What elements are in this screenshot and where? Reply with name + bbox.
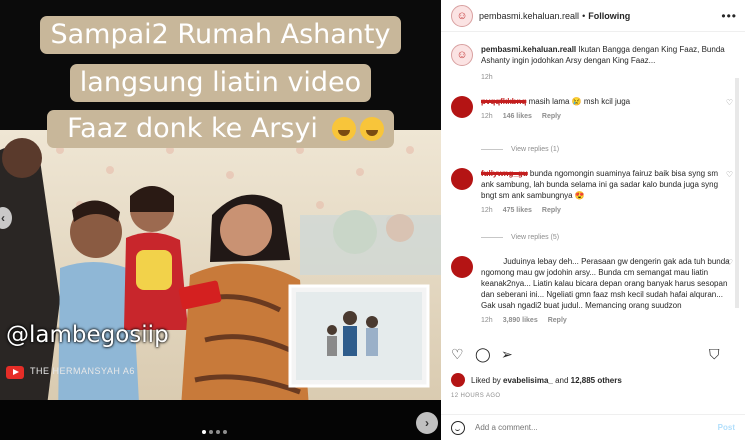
profile-logo-icon: ☺	[456, 49, 468, 61]
comment-item: Juduinya lebay deh... Perasaan gw denger…	[451, 256, 733, 326]
scrollbar[interactable]	[735, 78, 739, 308]
likes-others[interactable]: 12,885 others	[571, 376, 622, 385]
comment-time[interactable]: 12h	[481, 315, 493, 326]
caption-line-2: langsung liatin video	[0, 64, 441, 102]
youtube-logo-icon	[6, 366, 24, 379]
reply-button[interactable]: Reply	[548, 315, 567, 326]
avatar[interactable]	[451, 256, 473, 278]
view-replies-button[interactable]: View replies (5)	[481, 234, 559, 241]
comment-time[interactable]: 12h	[481, 205, 493, 216]
comment-item: pvqqfkkbnq masih lama 😢 msh kcil juga 12…	[451, 96, 733, 122]
avatar[interactable]: ☺	[451, 44, 473, 66]
comment-text: masih lama 😢 msh kcil juga	[528, 97, 631, 106]
profile-logo-icon: ☺	[456, 9, 468, 22]
likes-summary: Liked by evabelisima_ and 12,885 others	[451, 373, 622, 387]
caption-username[interactable]: pembasmi.kehaluan.reall	[481, 45, 576, 54]
reply-button[interactable]: Reply	[542, 111, 561, 122]
sweat-smile-emoji-icon	[359, 117, 384, 141]
add-comment-bar: Post	[441, 414, 745, 440]
bookmark-icon[interactable]: ⛉	[709, 346, 720, 362]
caption-timestamp[interactable]: 12h	[481, 72, 733, 83]
next-media-button[interactable]: ›	[416, 412, 438, 434]
avatar[interactable]	[451, 168, 473, 190]
carousel-dot	[216, 430, 220, 434]
post-comment-button[interactable]: Post	[718, 423, 735, 432]
comment-icon[interactable]: ◯	[475, 346, 491, 362]
comment-likes[interactable]: 146 likes	[503, 111, 532, 122]
reply-button[interactable]: Reply	[542, 205, 561, 216]
add-comment-input[interactable]	[475, 423, 695, 432]
heart-outline-icon[interactable]: ♡	[726, 170, 733, 179]
post-action-bar: ♡ ◯ ➢ ⛉	[451, 346, 735, 366]
avatar[interactable]	[451, 373, 465, 387]
comment-likes[interactable]: 3,890 likes	[503, 315, 538, 326]
comments-scroll-area[interactable]: ☺ pembasmi.kehaluan.reall Ikutan Bangga …	[441, 38, 739, 334]
comment-text: Juduinya lebay deh... Perasaan gw denger…	[481, 257, 730, 310]
following-button[interactable]: Following	[588, 11, 630, 21]
watermark-text: @lambegosiip	[6, 322, 169, 348]
avatar[interactable]	[451, 96, 473, 118]
comment-item: fullywng_gu bunda ngomongin suaminya fai…	[451, 168, 733, 216]
heart-outline-icon[interactable]: ♡	[726, 258, 733, 267]
caption-line-3: Faaz donk ke Arsyi	[0, 110, 441, 148]
avatar[interactable]: ☺	[451, 4, 473, 27]
likes-middle: and	[552, 375, 571, 385]
chevron-left-icon: ‹	[1, 211, 5, 225]
header-username[interactable]: pembasmi.kehaluan.reall	[479, 11, 579, 21]
sweat-smile-emoji-icon	[331, 117, 356, 141]
emoji-smile-icon[interactable]	[451, 420, 465, 435]
comment-likes[interactable]: 475 likes	[503, 205, 532, 216]
post-media[interactable]: Sampai2 Rumah Ashanty langsung liatin vi…	[0, 0, 441, 440]
share-icon[interactable]: ➢	[501, 346, 513, 362]
post-header: ☺ pembasmi.kehaluan.reall • Following ••…	[441, 0, 745, 32]
carousel-dot	[209, 430, 213, 434]
heart-outline-icon[interactable]: ♡	[726, 98, 733, 107]
chevron-right-icon: ›	[425, 416, 429, 430]
comment-username-redacted[interactable]: fullywng_gu	[481, 168, 528, 179]
comment-time[interactable]: 12h	[481, 111, 493, 122]
post-caption: ☺ pembasmi.kehaluan.reall Ikutan Bangga …	[451, 44, 733, 83]
carousel-dot	[202, 430, 206, 434]
heart-icon[interactable]: ♡	[451, 346, 464, 362]
caption-line-1: Sampai2 Rumah Ashanty	[0, 16, 441, 54]
more-options-icon[interactable]: •••	[721, 9, 737, 23]
carousel-dots	[202, 430, 227, 434]
comment-username-redacted[interactable]: pvqqfkkbnq	[481, 96, 526, 107]
view-replies-button[interactable]: View replies (1)	[481, 146, 559, 153]
carousel-dot	[223, 430, 227, 434]
separator-dot: •	[582, 10, 586, 21]
likes-prefix: Liked by	[471, 375, 504, 385]
post-timestamp[interactable]: 12 HOURS AGO	[451, 393, 500, 399]
liked-by-user[interactable]: evabelisima_	[503, 376, 553, 385]
channel-name: THE HERMANSYAH A6	[30, 366, 135, 376]
post-side-panel: ☺ pembasmi.kehaluan.reall • Following ••…	[441, 0, 745, 440]
